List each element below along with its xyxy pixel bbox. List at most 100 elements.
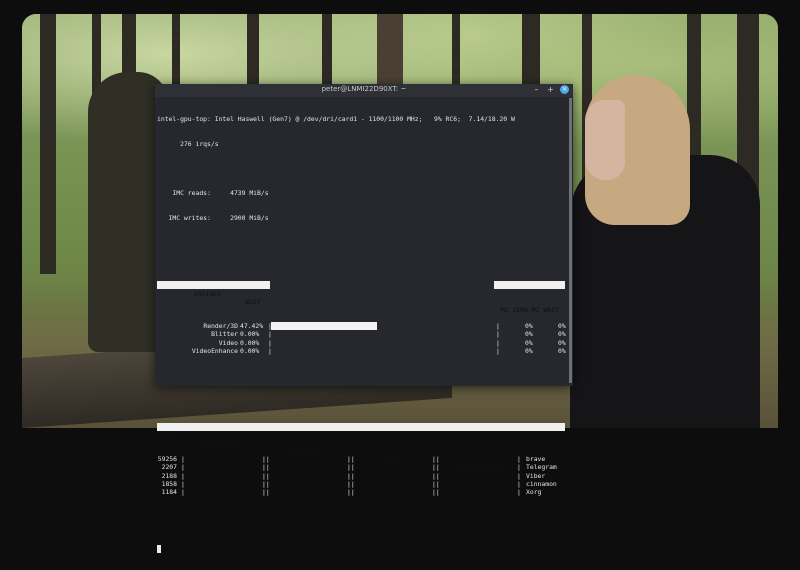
engine-mi-wait: 0% <box>558 338 566 347</box>
bar-left-border: | <box>268 338 272 347</box>
table-row[interactable]: 59256 | || || || | brave <box>157 455 565 463</box>
header-gap <box>270 281 494 290</box>
close-button[interactable]: × <box>560 85 569 94</box>
client-name: brave <box>526 455 546 464</box>
person-right-face <box>585 100 625 180</box>
column-separator: | <box>517 455 521 464</box>
column-separator: || <box>432 463 440 472</box>
blitter-column-header: Blitter <box>292 447 319 456</box>
column-separator: || <box>432 487 440 496</box>
engine-row: VideoEnhance 0.00% | | 0% 0% <box>157 346 566 355</box>
bar-right-border: | <box>496 330 500 339</box>
engine-mi-wait: 0% <box>558 322 566 331</box>
scrollbar-thumb[interactable] <box>569 98 572 383</box>
client-name: Viber <box>526 471 546 480</box>
bar-left-border: | <box>268 346 272 355</box>
engine-row: Video 0.00% | | 0% 0% <box>157 338 566 347</box>
client-name: Telegram <box>526 463 557 472</box>
column-separator: | <box>181 471 185 480</box>
client-pid: 59256 <box>157 455 177 464</box>
render-column-header: Render/3D <box>203 438 238 447</box>
engine-busy: 47.42% <box>240 322 264 331</box>
engine-busy: 0.00% <box>240 330 260 339</box>
column-separator: | <box>181 455 185 464</box>
terminal-scrollbar[interactable] <box>569 98 572 383</box>
tree-trunk <box>452 14 460 86</box>
column-separator: || <box>347 471 355 480</box>
column-separator: | <box>517 463 521 472</box>
pid-column-header: PID <box>165 430 177 439</box>
column-separator: || <box>262 487 270 496</box>
maximize-button[interactable]: + <box>546 85 555 94</box>
window-title: peter@LNMI22D90XT: ~ <box>321 85 407 93</box>
clients-header: PID Render/3D Blitter Video VideoEnhance… <box>157 422 565 480</box>
column-separator: || <box>347 455 355 464</box>
engine-name: Blitter <box>211 330 238 339</box>
column-separator: | <box>517 471 521 480</box>
bar-right-border: | <box>496 346 500 355</box>
terminal-titlebar[interactable]: peter@LNMI22D90XT: ~ – + × <box>155 84 573 97</box>
column-separator: || <box>262 479 270 488</box>
tree-trunk <box>40 14 56 274</box>
client-name: cinnamon <box>526 479 557 488</box>
bar-right-border: | <box>496 338 500 347</box>
tree-trunk <box>247 14 259 94</box>
column-separator: | <box>517 479 521 488</box>
engines-column-header: ENGINES <box>194 289 221 298</box>
gpu-top-header-line1: intel-gpu-top: Intel Haswell (Gen7) @ /d… <box>157 115 515 124</box>
gpu-top-header-line2: 276 irqs/s <box>157 140 219 148</box>
engine-mi-sema: 0% <box>525 322 533 331</box>
column-separator: || <box>347 463 355 472</box>
column-separator: || <box>347 479 355 488</box>
engine-name: Render/3D <box>203 322 238 331</box>
column-separator: | <box>181 463 185 472</box>
table-row[interactable]: 2207 | || || || | Telegram <box>157 463 565 471</box>
column-separator: || <box>347 487 355 496</box>
column-separator: || <box>432 479 440 488</box>
column-separator: || <box>262 463 270 472</box>
engine-mi-sema: 0% <box>525 338 533 347</box>
table-row[interactable]: 2188 | || || || | Viber <box>157 472 565 480</box>
client-pid: 1184 <box>161 487 177 496</box>
client-pid: 2188 <box>161 471 177 480</box>
terminal-cursor <box>157 545 161 554</box>
terminal-window[interactable]: peter@LNMI22D90XT: ~ – + × intel-gpu-top… <box>155 84 573 554</box>
engine-mi-wait: 0% <box>558 346 566 355</box>
engine-mi-wait: 0% <box>558 330 566 339</box>
client-list: 59256 | || || || | brave 2207 | || || || | Telegram 21… <box>157 455 565 496</box>
bar-right-border: | <box>496 322 500 331</box>
bar-left-border: | <box>268 330 272 339</box>
table-row[interactable]: 1858 | || || || | cinnamon <box>157 480 565 488</box>
column-separator: | <box>181 479 185 488</box>
client-pid: 2207 <box>161 463 177 472</box>
engine-row: Render/3D 47.42% | | 0% 0% <box>157 322 566 331</box>
terminal-output[interactable]: intel-gpu-top: Intel Haswell (Gen7) @ /d… <box>157 99 566 554</box>
table-row[interactable]: 1184 | || || || | Xorg <box>157 488 565 496</box>
engine-mi-sema: 0% <box>525 346 533 355</box>
column-separator: | <box>181 487 185 496</box>
minimize-button[interactable]: – <box>532 85 541 94</box>
engine-name: Video <box>218 338 238 347</box>
column-separator: || <box>262 455 270 464</box>
tree-trunk <box>322 14 332 89</box>
column-separator: || <box>432 471 440 480</box>
engine-busy: 0.00% <box>240 346 260 355</box>
imc-reads-line: IMC reads: 4739 MiB/s <box>157 189 269 198</box>
engines-header: ENGINES BUSY MI_SEMA MI_WAIT <box>157 281 565 314</box>
engine-busy: 0.00% <box>240 338 260 347</box>
client-name: Xorg <box>526 487 542 496</box>
engine-mi-sema: 0% <box>525 330 533 339</box>
tree-trunk <box>377 14 403 89</box>
client-pid: 1858 <box>161 479 177 488</box>
engine-name: VideoEnhance <box>191 346 238 355</box>
engine-busy-bar <box>271 322 378 331</box>
engine-list: Render/3D 47.42% | | 0% 0% Blitter 0.00% | | 0% 0% V… <box>157 322 566 355</box>
column-separator: || <box>432 455 440 464</box>
window-controls: – + × <box>532 85 569 94</box>
column-separator: || <box>262 471 270 480</box>
column-separator: | <box>517 487 521 496</box>
engine-row: Blitter 0.00% | | 0% 0% <box>157 330 566 339</box>
tree-trunk <box>522 14 540 86</box>
busy-column-header: BUSY <box>245 297 261 306</box>
mi-columns-header: MI_SEMA MI_WAIT <box>501 305 559 314</box>
